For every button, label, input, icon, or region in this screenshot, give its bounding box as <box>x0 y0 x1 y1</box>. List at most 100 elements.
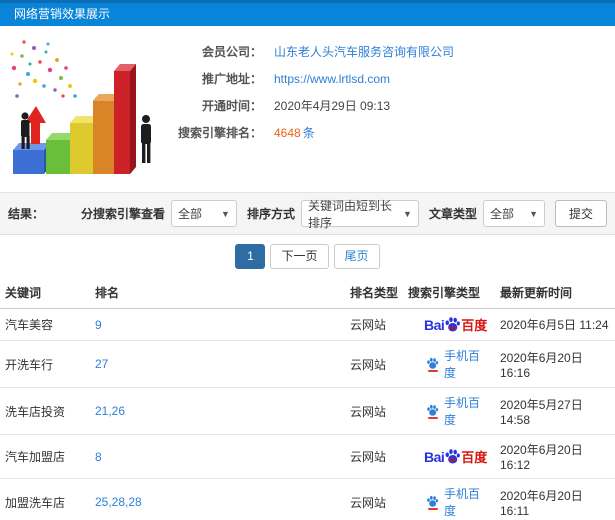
rank-cell: 8 <box>90 434 345 479</box>
mobile-baidu-underline <box>427 369 438 372</box>
keyword-cell: 加盟洗车店 <box>0 478 90 520</box>
promo-url-link[interactable]: https://www.lrtlsd.com <box>274 72 390 86</box>
sort-filter-label: 排序方式 <box>246 207 295 221</box>
baidu-cn-text: 百度 <box>461 450 488 465</box>
engine-rank-count: 4648 <box>274 125 301 140</box>
mobile-baidu-logo: 手机百度 <box>426 485 490 519</box>
updated-cell: 2020年6月5日 11:24 <box>495 308 615 341</box>
mobile-baidu-underline <box>427 507 438 510</box>
chevron-down-icon: ▼ <box>403 208 412 219</box>
engine-cell: Bai du 百度 <box>403 308 495 341</box>
rank-type-cell: 云网站 <box>345 478 403 520</box>
engine-cell: Bai du 百度 <box>403 434 495 479</box>
filter-bar: 结果： 分搜索引擎查看 全部 ▼ 排序方式 关键词由短到长排序 ▼ 文章类型 全… <box>0 192 615 235</box>
rank-cell: 9 <box>90 308 345 341</box>
engine-rank-row: 搜索引擎排名： 4648 条 <box>162 119 615 146</box>
engine-filter-select[interactable]: 全部 ▼ <box>170 200 237 227</box>
member-company-row: 会员公司： 山东老人头汽车服务咨询有限公司 <box>162 38 615 65</box>
mobile-baidu-paw-icon <box>426 495 439 510</box>
baidu-logo: Bai du 百度 <box>424 447 487 466</box>
rank-type-cell: 云网站 <box>345 434 403 479</box>
open-time-label: 开通时间： <box>201 99 262 113</box>
rank-cell: 27 <box>90 340 345 388</box>
updated-cell: 2020年5月27日 14:58 <box>495 387 615 435</box>
engine-rank-unit: 条 <box>302 126 315 140</box>
pagination: 1 下一页 尾页 <box>0 235 615 277</box>
updated-cell: 2020年6月20日 16:16 <box>495 340 615 388</box>
next-page-button[interactable]: 下一页 <box>270 244 329 269</box>
mobile-baidu-text: 手机百度 <box>444 487 481 518</box>
rank-cell: 21,26 <box>90 387 345 435</box>
mobile-baidu-logo: 手机百度 <box>426 347 490 381</box>
mobile-baidu-logo: 手机百度 <box>426 394 490 428</box>
article-type-select[interactable]: 全部 ▼ <box>482 200 545 227</box>
updated-cell: 2020年6月20日 16:12 <box>495 434 615 479</box>
engine-cell: 手机百度 <box>403 478 495 520</box>
rank-cell: 25,28,28 <box>90 478 345 520</box>
rank-type-cell: 云网站 <box>345 340 403 388</box>
baidu-bai-text: Bai <box>424 316 445 333</box>
article-type-label: 文章类型 <box>428 207 477 221</box>
mobile-baidu-paw-icon <box>426 404 439 419</box>
baidu-paw-icon: du <box>444 316 461 333</box>
submit-button[interactable]: 提交 <box>554 200 607 227</box>
company-info-fields: 会员公司： 山东老人头汽车服务咨询有限公司 推广地址： https://www.… <box>162 26 615 192</box>
keyword-cell: 汽车加盟店 <box>0 434 90 479</box>
header-rank: 排名 <box>90 277 345 309</box>
article-type-value: 全部 <box>489 207 514 221</box>
table-row: 开洗车行 27 云网站 手机百度 2020年6月20日 16:16 <box>0 340 615 388</box>
header-rank-type: 排名类型 <box>345 277 403 309</box>
open-time-row: 开通时间： 2020年4月29日 09:13 <box>162 92 615 119</box>
baidu-du-text: du <box>449 326 457 332</box>
engine-filter-value: 全部 <box>177 207 202 221</box>
mobile-baidu-text: 手机百度 <box>444 349 481 380</box>
last-page-button[interactable]: 尾页 <box>333 244 380 269</box>
company-info-section: 会员公司： 山东老人头汽车服务咨询有限公司 推广地址： https://www.… <box>0 26 615 192</box>
baidu-bai-text: Bai <box>424 448 445 465</box>
keyword-cell: 洗车店投资 <box>0 387 90 435</box>
header-keyword: 关键词 <box>0 277 90 309</box>
sort-filter-select[interactable]: 关键词由短到长排序 ▼ <box>300 199 419 230</box>
promo-url-label: 推广地址： <box>201 72 262 86</box>
open-time-value: 2020年4月29日 09:13 <box>274 99 391 113</box>
paw-icon <box>427 495 439 507</box>
table-row: 汽车加盟店 8 云网站 Bai du 百度 2020年6月20日 16:12 <box>0 434 615 479</box>
keyword-cell: 开洗车行 <box>0 340 90 388</box>
keyword-table-body: 汽车美容 9 云网站 Bai du 百度 2020年6月5日 11:24 开洗车行 … <box>0 308 615 520</box>
marketing-clipart <box>0 26 162 188</box>
engine-cell: 手机百度 <box>403 340 495 388</box>
table-row: 洗车店投资 21,26 云网站 手机百度 2020年5月27日 14:58 <box>0 387 615 435</box>
baidu-logo: Bai du 百度 <box>424 315 487 334</box>
header-updated: 最新更新时间 <box>495 277 615 309</box>
header-engine-type: 搜索引擎类型 <box>403 277 495 309</box>
keyword-ranking-table: 关键词 排名 排名类型 搜索引擎类型 最新更新时间 汽车美容 9 云网站 Bai… <box>0 277 615 520</box>
mobile-baidu-text: 手机百度 <box>444 396 481 427</box>
result-label: 结果： <box>8 207 45 221</box>
baidu-cn-text: 百度 <box>461 318 488 333</box>
rank-type-cell: 云网站 <box>345 308 403 341</box>
updated-cell: 2020年6月20日 16:11 <box>495 478 615 520</box>
engine-rank-label: 搜索引擎排名： <box>177 126 262 140</box>
paw-icon <box>427 404 439 416</box>
page-1-button[interactable]: 1 <box>235 244 266 269</box>
baidu-paw-icon: du <box>444 448 461 465</box>
sort-filter-value: 关键词由短到长排序 <box>307 198 392 230</box>
chevron-down-icon: ▼ <box>529 208 538 219</box>
member-company-label: 会员公司： <box>201 45 262 59</box>
member-company-link[interactable]: 山东老人头汽车服务咨询有限公司 <box>274 43 454 60</box>
paw-icon <box>427 357 439 369</box>
table-header-row: 关键词 排名 排名类型 搜索引擎类型 最新更新时间 <box>0 277 615 309</box>
rank-type-cell: 云网站 <box>345 387 403 435</box>
page-header-bar: 网络营销效果展示 <box>0 0 615 26</box>
engine-filter-label: 分搜索引擎查看 <box>80 207 165 221</box>
keyword-cell: 汽车美容 <box>0 308 90 341</box>
table-row: 汽车美容 9 云网站 Bai du 百度 2020年6月5日 11:24 <box>0 308 615 341</box>
table-row: 加盟洗车店 25,28,28 云网站 手机百度 2020年6月20日 16:11 <box>0 478 615 520</box>
baidu-du-text: du <box>449 458 457 464</box>
chevron-down-icon: ▼ <box>221 208 230 219</box>
mobile-baidu-paw-icon <box>426 357 439 372</box>
promo-url-row: 推广地址： https://www.lrtlsd.com <box>162 65 615 92</box>
engine-cell: 手机百度 <box>403 387 495 435</box>
page-title: 网络营销效果展示 <box>14 7 111 21</box>
bar-chart-clipart-image <box>10 40 151 174</box>
